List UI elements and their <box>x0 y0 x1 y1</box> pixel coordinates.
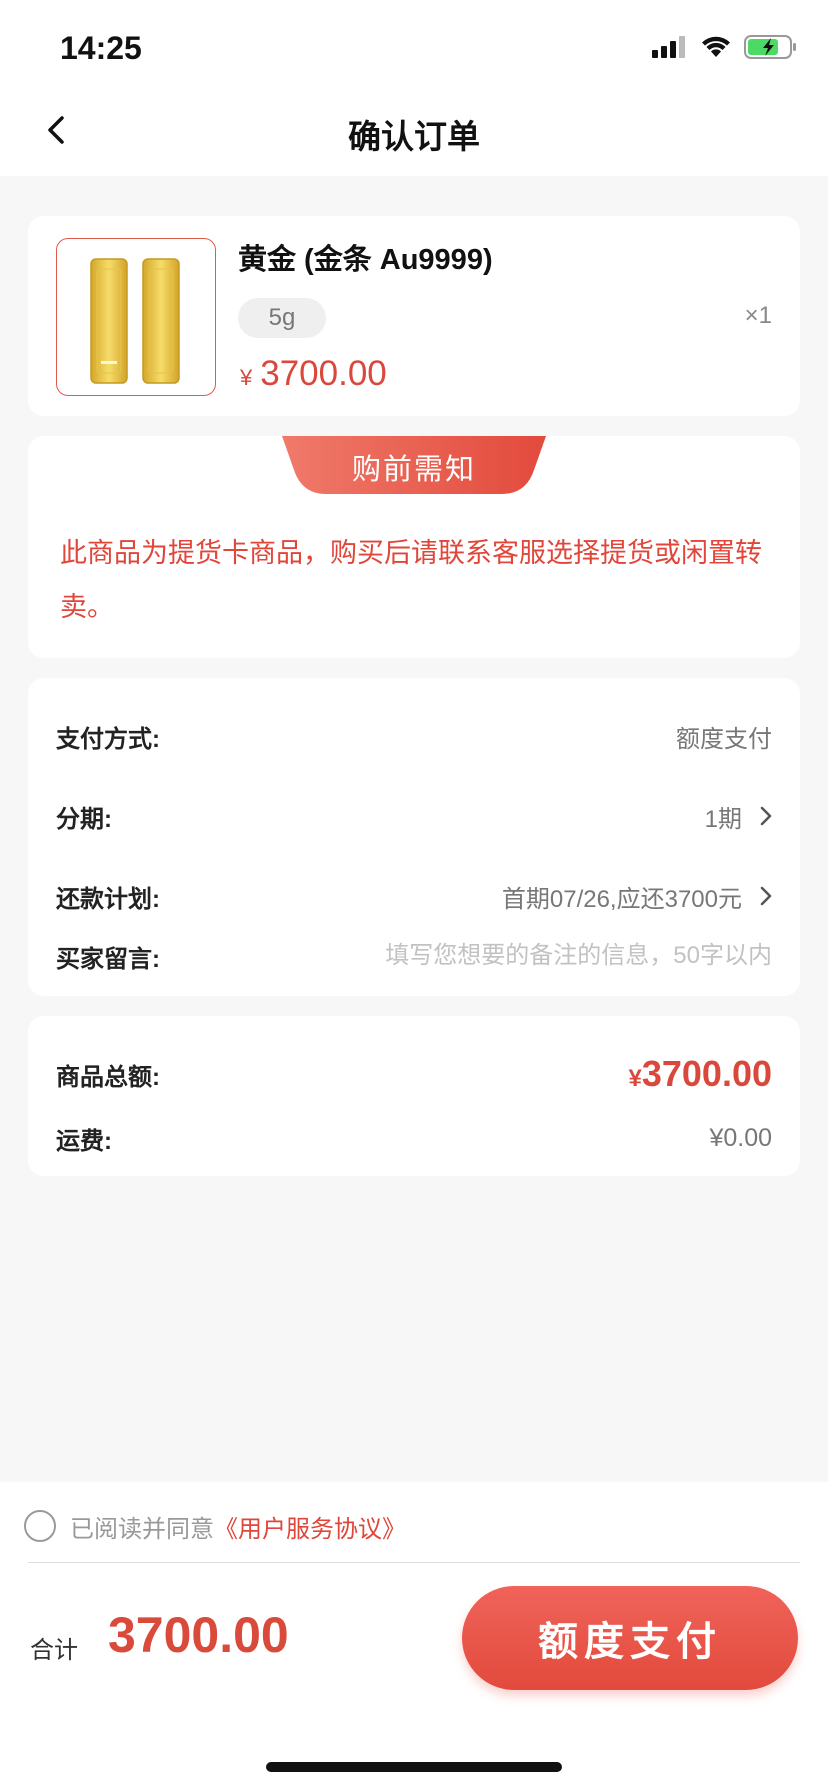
goods-total-row: 商品总额: ¥3700.00 <box>56 1053 773 1095</box>
nav-bar: 确认订单 <box>0 88 828 176</box>
goods-total-amount: 3700.00 <box>641 1053 772 1094</box>
installment-value-text: 1期 <box>704 805 742 833</box>
spec-badge: 5g <box>238 298 326 338</box>
pay-button[interactable]: 额度支付 <box>462 1586 798 1690</box>
repayment-plan-row[interactable]: 还款计划: 首期07/26,应还3700元 <box>56 876 772 916</box>
remark-label: 买家留言: <box>56 945 160 973</box>
goods-total-label: 商品总额: <box>56 1063 160 1091</box>
currency-symbol: ¥ <box>628 1065 642 1092</box>
payment-method-value: 额度支付 <box>676 725 772 753</box>
divider <box>28 1562 800 1563</box>
repayment-plan-value: 首期07/26,应还3700元 <box>502 879 772 914</box>
notice-card: 购前需知 此商品为提货卡商品，购买后请联系客服选择提货或闲置转卖。 <box>28 436 800 658</box>
payment-method-row: 支付方式: 额度支付 <box>56 716 772 756</box>
product-quantity: ×1 <box>744 302 772 329</box>
notice-tab: 购前需知 <box>282 436 546 494</box>
installment-label: 分期: <box>56 805 112 833</box>
remark-input[interactable] <box>312 942 772 970</box>
notice-text: 此商品为提货卡商品，购买后请联系客服选择提货或闲置转卖。 <box>60 538 762 622</box>
signal-icon <box>652 35 688 63</box>
checkout-footer: 已阅读并同意 《用户服务协议》 合计 3700.00 额度支付 <box>0 1482 828 1792</box>
status-icons <box>652 34 798 64</box>
agreement-link[interactable]: 《用户服务协议》 <box>214 1509 406 1544</box>
product-name: 黄金 (金条 Au9999) <box>238 244 493 276</box>
totals-card: 商品总额: ¥3700.00 运费: ¥0.00 <box>28 1016 800 1176</box>
price-amount: 3700.00 <box>260 354 387 393</box>
page-title: 确认订单 <box>348 118 480 155</box>
chevron-right-icon <box>760 806 772 826</box>
shipping-label: 运费: <box>56 1127 112 1155</box>
agreement-radio[interactable] <box>24 1510 56 1542</box>
battery-charging-icon <box>744 34 798 65</box>
repayment-plan-text: 首期07/26,应还3700元 <box>501 885 742 913</box>
status-bar: 14:25 <box>0 0 828 100</box>
product-image <box>56 238 216 396</box>
status-time: 14:25 <box>60 30 142 66</box>
product-card: 黄金 (金条 Au9999) 5g ×1 ¥3700.00 <box>28 216 800 416</box>
goods-total-value: ¥3700.00 <box>629 1053 773 1095</box>
remark-row: 买家留言: <box>56 936 772 976</box>
agreement-row: 已阅读并同意 《用户服务协议》 <box>24 1508 406 1544</box>
repayment-plan-label: 还款计划: <box>56 885 160 913</box>
chevron-right-icon <box>760 886 772 906</box>
notice-title: 购前需知 <box>351 454 476 486</box>
payment-info-card: 支付方式: 额度支付 分期: 1期 还款计划: 首期07/26,应还3700元 … <box>28 678 800 996</box>
payment-method-label: 支付方式: <box>56 725 160 753</box>
sum-amount: 3700.00 <box>108 1607 289 1663</box>
installment-value: 1期 <box>705 799 772 834</box>
home-indicator <box>266 1762 562 1772</box>
shipping-value: ¥0.00 <box>709 1123 772 1152</box>
agreement-text: 已阅读并同意 <box>70 1515 214 1543</box>
currency-symbol: ¥ <box>240 365 253 390</box>
product-price: ¥3700.00 <box>240 354 387 394</box>
shipping-row: 运费: ¥0.00 <box>56 1118 772 1158</box>
installment-row[interactable]: 分期: 1期 <box>56 796 772 836</box>
sum-label: 合计 <box>30 1637 78 1664</box>
gold-bars-image <box>57 258 215 395</box>
wifi-icon <box>700 35 732 64</box>
